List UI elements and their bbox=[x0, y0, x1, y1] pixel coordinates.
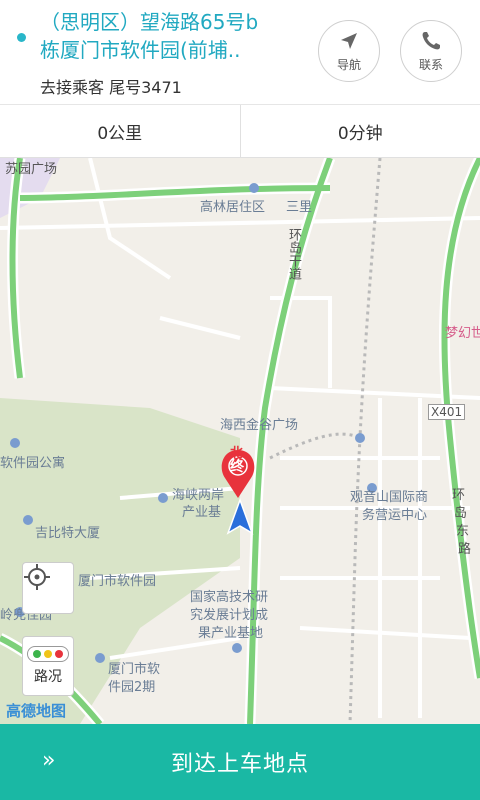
contact-label: 联系 bbox=[418, 57, 443, 72]
traffic-light-icon bbox=[27, 646, 69, 662]
chevron-right-icon: » bbox=[42, 748, 56, 773]
arrive-pickup-slider[interactable]: » 到达上车地点 bbox=[0, 724, 480, 800]
map-label-huandao-east-4: 路 bbox=[458, 542, 472, 557]
amap-logo: 高德地图 bbox=[6, 702, 67, 720]
map-label-industry: 产业基 bbox=[182, 505, 222, 520]
duration-value: 0分钟 bbox=[337, 123, 383, 144]
traffic-label: 路况 bbox=[34, 669, 62, 685]
map-label-guanyinshan-1: 观音山国际商 bbox=[350, 490, 429, 505]
navigation-arrow-icon bbox=[341, 32, 357, 49]
map-label-national-3: 果产业基地 bbox=[198, 626, 264, 641]
order-header: （思明区）望海路65号b 栋厦门市软件园(前埔.. 去接乘客 尾号3471 导航… bbox=[0, 0, 480, 105]
trip-stats: 0公里 0分钟 bbox=[0, 105, 480, 158]
map-label-gaolin: 高林居住区 bbox=[200, 200, 266, 215]
destination-line-2: 栋厦门市软件园(前埔.. bbox=[40, 38, 241, 62]
map-label-national-2: 究发展计划成 bbox=[190, 608, 269, 623]
destination-line-1: （思明区）望海路65号b bbox=[40, 10, 259, 34]
map-label-huandao-east-2: 岛 bbox=[454, 506, 468, 521]
map-label-jibite: 吉比特大厦 bbox=[35, 526, 101, 541]
map-label-menghuan: 梦幻世 bbox=[445, 326, 480, 341]
map-label-park2-2: 件园2期 bbox=[108, 680, 156, 695]
navigate-button[interactable]: 导航 bbox=[318, 20, 380, 82]
destination-dot-icon bbox=[17, 33, 26, 42]
navigate-label: 导航 bbox=[336, 57, 361, 72]
destination-address: （思明区）望海路65号b 栋厦门市软件园(前埔.. bbox=[40, 8, 310, 64]
map-label-national-1: 国家高技术研 bbox=[190, 590, 269, 605]
contact-button[interactable]: 联系 bbox=[400, 20, 462, 82]
map-view[interactable]: 苏园广场 高林居住区 三里 环岛干道 梦幻世 X401 海西金谷广场 软件园公寓… bbox=[0, 158, 480, 724]
map-label-software-apartment: 软件园公寓 bbox=[0, 456, 66, 471]
arrive-pickup-label: 到达上车地点 bbox=[170, 752, 309, 777]
map-label-park2-1: 厦门市软 bbox=[108, 662, 161, 677]
map-label-huandao-east-1: 环 bbox=[452, 488, 466, 503]
map-label-x401: X401 bbox=[428, 404, 466, 420]
map-label-guanyinshan-2: 务营运中心 bbox=[362, 508, 428, 523]
locate-button[interactable] bbox=[22, 562, 74, 614]
map-label-gaolin-cont: 三里 bbox=[286, 200, 313, 215]
phone-icon bbox=[422, 31, 440, 49]
map-label-huandao-road: 环岛干道 bbox=[286, 228, 301, 280]
distance-value: 0公里 bbox=[0, 105, 241, 157]
passenger-info: 去接乘客 尾号3471 bbox=[40, 78, 182, 97]
map-label-software-park: 厦门市软件园 bbox=[78, 574, 157, 589]
map-label-huandao-east-3: 东 bbox=[456, 524, 470, 539]
destination-marker-label: 终 bbox=[230, 459, 244, 475]
map-label-top-left: 苏园广场 bbox=[5, 162, 58, 177]
crosshair-icon bbox=[24, 564, 50, 590]
traffic-toggle-button[interactable]: 路况 bbox=[22, 636, 74, 696]
map-label-haixi: 海西金谷广场 bbox=[220, 418, 299, 433]
